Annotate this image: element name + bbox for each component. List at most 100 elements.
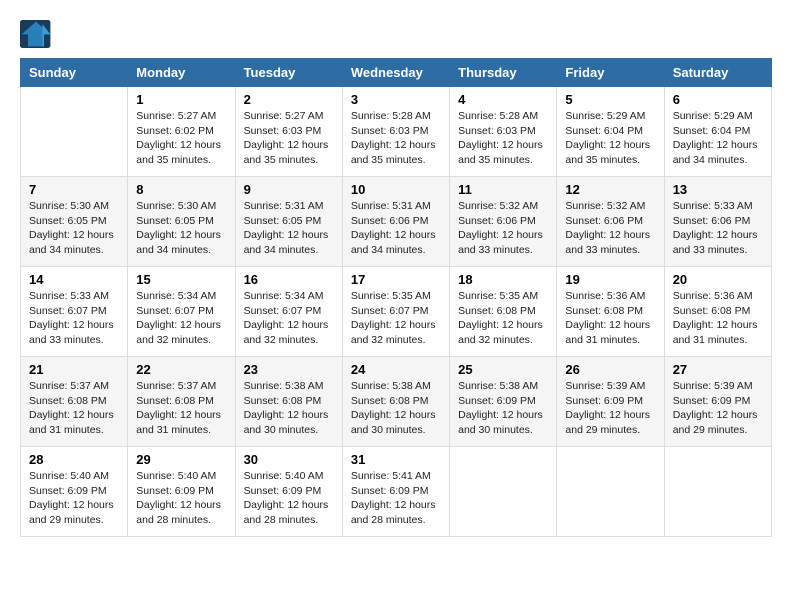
day-info: Sunrise: 5:27 AM Sunset: 6:02 PM Dayligh… <box>136 109 226 168</box>
day-info: Sunrise: 5:28 AM Sunset: 6:03 PM Dayligh… <box>351 109 441 168</box>
day-number: 9 <box>244 182 334 197</box>
day-number: 28 <box>29 452 119 467</box>
calendar-cell: 1 Sunrise: 5:27 AM Sunset: 6:02 PM Daylig… <box>128 87 235 177</box>
calendar-cell <box>450 447 557 537</box>
logo <box>20 20 56 48</box>
day-number: 11 <box>458 182 548 197</box>
calendar-cell: 19Sunrise: 5:36 AM Sunset: 6:08 PM Dayli… <box>557 267 664 357</box>
calendar-cell: 30 Sunrise: 5:40 AM Sunset: 6:09 PM Dayli… <box>235 447 342 537</box>
day-number: 23 <box>244 362 334 377</box>
day-number: 1 <box>136 92 226 107</box>
calendar-cell: 15 Sunrise: 5:34 AM Sunset: 6:07 PM Dayli… <box>128 267 235 357</box>
day-info: Sunrise: 5:29 AM Sunset: 6:04 PM Dayligh… <box>565 109 655 168</box>
calendar-week-row: 21 Sunrise: 5:37 AM Sunset: 6:08 PM Dayli… <box>21 357 772 447</box>
calendar-cell: 26Sunrise: 5:39 AM Sunset: 6:09 PM Dayli… <box>557 357 664 447</box>
calendar-cell: 17 Sunrise: 5:35 AM Sunset: 6:07 PM Dayli… <box>342 267 449 357</box>
day-number: 27 <box>673 362 763 377</box>
calendar-cell: 14 Sunrise: 5:33 AM Sunset: 6:07 PM Dayli… <box>21 267 128 357</box>
calendar-cell: 16 Sunrise: 5:34 AM Sunset: 6:07 PM Dayli… <box>235 267 342 357</box>
day-number: 14 <box>29 272 119 287</box>
calendar-cell: 2Sunrise: 5:27 AM Sunset: 6:03 PM Daylig… <box>235 87 342 177</box>
day-number: 20 <box>673 272 763 287</box>
day-number: 25 <box>458 362 548 377</box>
calendar-header-row: SundayMondayTuesdayWednesdayThursdayFrid… <box>21 59 772 87</box>
day-info: Sunrise: 5:40 AM Sunset: 6:09 PM Dayligh… <box>29 469 119 528</box>
calendar-cell: 8Sunrise: 5:30 AM Sunset: 6:05 PM Daylig… <box>128 177 235 267</box>
day-number: 31 <box>351 452 441 467</box>
calendar-week-row: 1 Sunrise: 5:27 AM Sunset: 6:02 PM Daylig… <box>21 87 772 177</box>
day-number: 21 <box>29 362 119 377</box>
day-info: Sunrise: 5:33 AM Sunset: 6:06 PM Dayligh… <box>673 199 763 258</box>
day-number: 30 <box>244 452 334 467</box>
header-cell-friday: Friday <box>557 59 664 87</box>
day-number: 17 <box>351 272 441 287</box>
day-info: Sunrise: 5:40 AM Sunset: 6:09 PM Dayligh… <box>244 469 334 528</box>
day-info: Sunrise: 5:35 AM Sunset: 6:07 PM Dayligh… <box>351 289 441 348</box>
calendar-cell: 27 Sunrise: 5:39 AM Sunset: 6:09 PM Dayli… <box>664 357 771 447</box>
day-number: 13 <box>673 182 763 197</box>
calendar-cell: 9Sunrise: 5:31 AM Sunset: 6:05 PM Daylig… <box>235 177 342 267</box>
day-number: 10 <box>351 182 441 197</box>
day-info: Sunrise: 5:32 AM Sunset: 6:06 PM Dayligh… <box>458 199 548 258</box>
day-number: 12 <box>565 182 655 197</box>
calendar-cell: 10 Sunrise: 5:31 AM Sunset: 6:06 PM Dayli… <box>342 177 449 267</box>
day-number: 18 <box>458 272 548 287</box>
day-info: Sunrise: 5:41 AM Sunset: 6:09 PM Dayligh… <box>351 469 441 528</box>
calendar-week-row: 14 Sunrise: 5:33 AM Sunset: 6:07 PM Dayli… <box>21 267 772 357</box>
calendar-cell <box>21 87 128 177</box>
calendar-cell: 12Sunrise: 5:32 AM Sunset: 6:06 PM Dayli… <box>557 177 664 267</box>
calendar-cell: 25 Sunrise: 5:38 AM Sunset: 6:09 PM Dayli… <box>450 357 557 447</box>
day-info: Sunrise: 5:31 AM Sunset: 6:06 PM Dayligh… <box>351 199 441 258</box>
header-cell-sunday: Sunday <box>21 59 128 87</box>
day-info: Sunrise: 5:38 AM Sunset: 6:08 PM Dayligh… <box>351 379 441 438</box>
day-number: 4 <box>458 92 548 107</box>
day-info: Sunrise: 5:28 AM Sunset: 6:03 PM Dayligh… <box>458 109 548 168</box>
day-info: Sunrise: 5:34 AM Sunset: 6:07 PM Dayligh… <box>136 289 226 348</box>
page-header <box>20 20 772 48</box>
calendar-cell: 28 Sunrise: 5:40 AM Sunset: 6:09 PM Dayli… <box>21 447 128 537</box>
day-number: 7 <box>29 182 119 197</box>
day-number: 22 <box>136 362 226 377</box>
day-info: Sunrise: 5:39 AM Sunset: 6:09 PM Dayligh… <box>565 379 655 438</box>
calendar-cell <box>664 447 771 537</box>
day-info: Sunrise: 5:36 AM Sunset: 6:08 PM Dayligh… <box>673 289 763 348</box>
day-number: 3 <box>351 92 441 107</box>
day-info: Sunrise: 5:30 AM Sunset: 6:05 PM Dayligh… <box>29 199 119 258</box>
calendar-cell: 11 Sunrise: 5:32 AM Sunset: 6:06 PM Dayli… <box>450 177 557 267</box>
calendar-cell: 24 Sunrise: 5:38 AM Sunset: 6:08 PM Dayli… <box>342 357 449 447</box>
day-number: 19 <box>565 272 655 287</box>
header-cell-wednesday: Wednesday <box>342 59 449 87</box>
calendar-cell: 22 Sunrise: 5:37 AM Sunset: 6:08 PM Dayli… <box>128 357 235 447</box>
day-number: 24 <box>351 362 441 377</box>
calendar-cell: 21 Sunrise: 5:37 AM Sunset: 6:08 PM Dayli… <box>21 357 128 447</box>
calendar-cell: 13 Sunrise: 5:33 AM Sunset: 6:06 PM Dayli… <box>664 177 771 267</box>
day-info: Sunrise: 5:40 AM Sunset: 6:09 PM Dayligh… <box>136 469 226 528</box>
day-number: 8 <box>136 182 226 197</box>
calendar-cell: 29 Sunrise: 5:40 AM Sunset: 6:09 PM Dayli… <box>128 447 235 537</box>
day-number: 29 <box>136 452 226 467</box>
calendar-cell: 3 Sunrise: 5:28 AM Sunset: 6:03 PM Daylig… <box>342 87 449 177</box>
calendar-week-row: 28 Sunrise: 5:40 AM Sunset: 6:09 PM Dayli… <box>21 447 772 537</box>
calendar-table: SundayMondayTuesdayWednesdayThursdayFrid… <box>20 58 772 537</box>
day-info: Sunrise: 5:37 AM Sunset: 6:08 PM Dayligh… <box>29 379 119 438</box>
calendar-cell: 5Sunrise: 5:29 AM Sunset: 6:04 PM Daylig… <box>557 87 664 177</box>
day-info: Sunrise: 5:34 AM Sunset: 6:07 PM Dayligh… <box>244 289 334 348</box>
day-info: Sunrise: 5:37 AM Sunset: 6:08 PM Dayligh… <box>136 379 226 438</box>
header-cell-thursday: Thursday <box>450 59 557 87</box>
header-cell-monday: Monday <box>128 59 235 87</box>
calendar-cell: 4 Sunrise: 5:28 AM Sunset: 6:03 PM Daylig… <box>450 87 557 177</box>
day-info: Sunrise: 5:27 AM Sunset: 6:03 PM Dayligh… <box>244 109 334 168</box>
calendar-body: 1 Sunrise: 5:27 AM Sunset: 6:02 PM Daylig… <box>21 87 772 537</box>
day-info: Sunrise: 5:33 AM Sunset: 6:07 PM Dayligh… <box>29 289 119 348</box>
day-info: Sunrise: 5:38 AM Sunset: 6:08 PM Dayligh… <box>244 379 334 438</box>
calendar-cell: 20 Sunrise: 5:36 AM Sunset: 6:08 PM Dayli… <box>664 267 771 357</box>
day-info: Sunrise: 5:38 AM Sunset: 6:09 PM Dayligh… <box>458 379 548 438</box>
day-number: 6 <box>673 92 763 107</box>
day-number: 16 <box>244 272 334 287</box>
day-number: 15 <box>136 272 226 287</box>
day-info: Sunrise: 5:29 AM Sunset: 6:04 PM Dayligh… <box>673 109 763 168</box>
calendar-cell: 6 Sunrise: 5:29 AM Sunset: 6:04 PM Daylig… <box>664 87 771 177</box>
day-info: Sunrise: 5:39 AM Sunset: 6:09 PM Dayligh… <box>673 379 763 438</box>
calendar-week-row: 7 Sunrise: 5:30 AM Sunset: 6:05 PM Daylig… <box>21 177 772 267</box>
logo-icon <box>20 20 52 48</box>
